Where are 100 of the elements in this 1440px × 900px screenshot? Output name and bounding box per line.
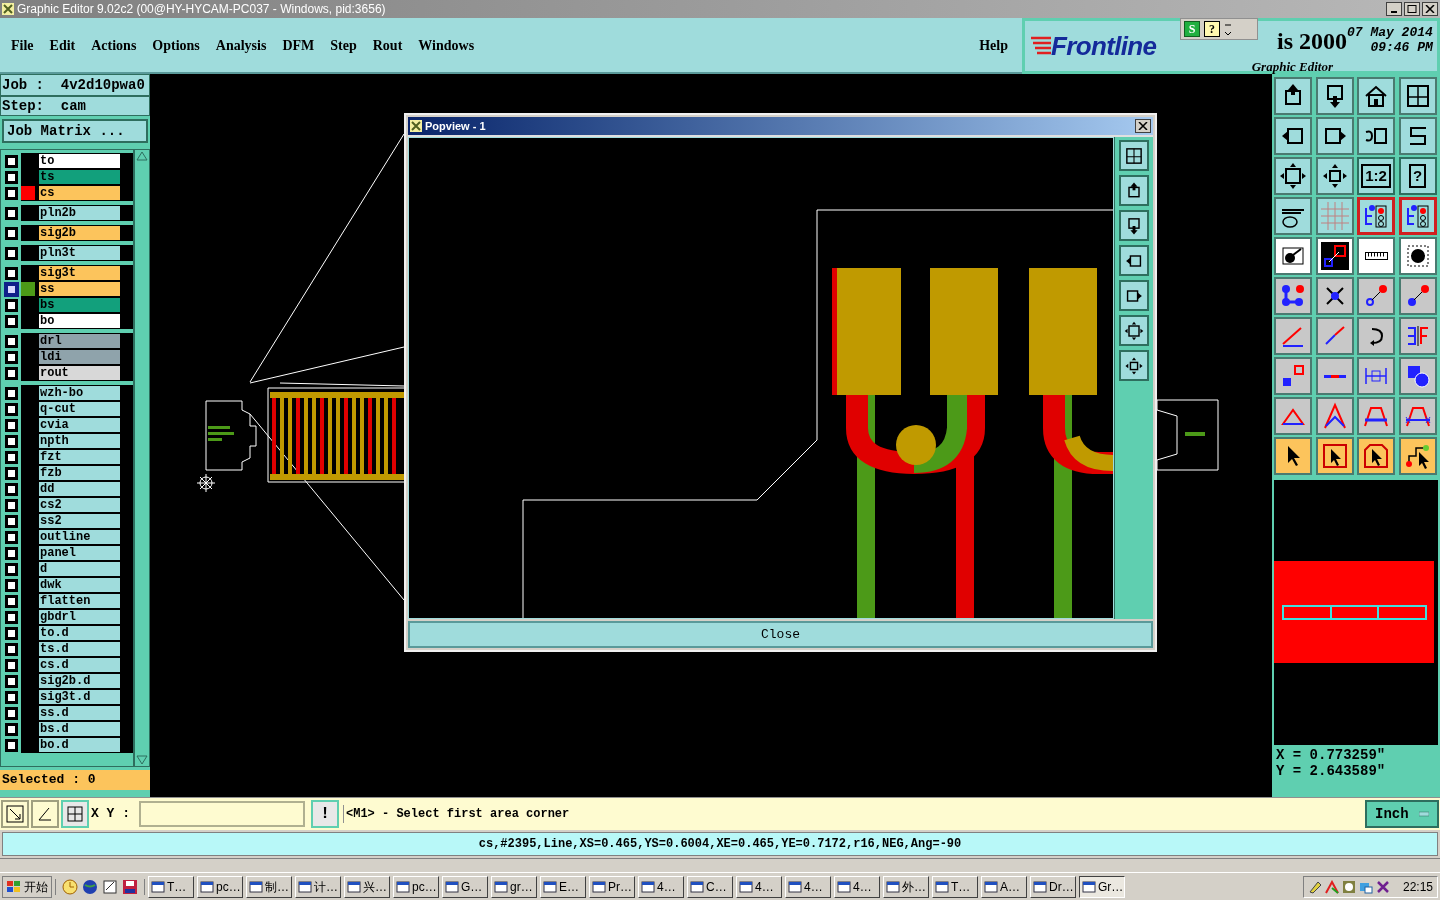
snap-button[interactable] [31, 800, 59, 828]
layer-box[interactable] [4, 578, 18, 592]
layer-name[interactable]: d [38, 561, 121, 577]
layer-name[interactable]: q-cut [38, 401, 121, 417]
layer-name[interactable]: ss.d [38, 705, 121, 721]
tool-button[interactable] [1315, 437, 1354, 475]
menu-item[interactable]: Options [152, 34, 200, 56]
layer-box[interactable] [4, 170, 18, 184]
layer-name[interactable]: cvia [38, 417, 121, 433]
alert-button[interactable]: ! [311, 800, 339, 828]
layer-name[interactable]: panel [38, 545, 121, 561]
layer-box[interactable] [4, 674, 18, 688]
taskbar-button[interactable]: A… [981, 875, 1027, 898]
layer-name[interactable]: sig2b.d [38, 673, 121, 689]
menu-item[interactable]: Rout [372, 34, 403, 56]
layer-box[interactable] [4, 642, 18, 656]
layer-name[interactable]: ss2 [38, 513, 121, 529]
taskbar-button[interactable]: 制… [246, 875, 292, 898]
layer-box[interactable] [4, 298, 18, 312]
layer-name[interactable]: pln3t [38, 245, 121, 261]
layer-box[interactable] [4, 350, 18, 364]
layer-name[interactable]: sig3t [38, 265, 121, 281]
layer-box[interactable] [4, 186, 18, 200]
layer-box[interactable] [4, 722, 18, 736]
menu-item[interactable]: Windows [418, 34, 475, 56]
layer-name[interactable]: rout [38, 365, 121, 381]
tool-button[interactable] [1315, 77, 1354, 115]
help-button[interactable]: ? [1204, 21, 1220, 37]
tool-button[interactable] [1315, 157, 1354, 195]
layer-name[interactable]: cs.d [38, 657, 121, 673]
tool-button[interactable] [1398, 77, 1437, 115]
tool-button[interactable] [1315, 237, 1354, 275]
layer-box[interactable] [4, 546, 18, 560]
taskbar-button[interactable]: 4… [785, 875, 831, 898]
tool-button[interactable] [1274, 197, 1312, 235]
taskbar-button[interactable]: E… [540, 875, 586, 898]
taskbar-button[interactable]: G… [442, 875, 488, 898]
layer-box[interactable] [4, 498, 18, 512]
layer-box[interactable] [4, 706, 18, 720]
layer-box[interactable] [4, 658, 18, 672]
taskbar-button[interactable]: 外… [883, 875, 929, 898]
layer-name[interactable]: fzb [38, 465, 121, 481]
taskbar-button[interactable]: Dr… [1030, 875, 1076, 898]
xy-input-field[interactable] [139, 801, 305, 827]
layer-name[interactable]: to [38, 153, 121, 169]
menu-item[interactable]: Help [979, 34, 1008, 56]
tool-button[interactable] [1274, 437, 1312, 475]
tool-button[interactable] [1274, 157, 1312, 195]
layer-name[interactable]: pln2b [38, 205, 121, 221]
layer-name[interactable]: cs2 [38, 497, 121, 513]
layer-box[interactable] [4, 266, 18, 280]
layer-name[interactable]: dwk [38, 577, 121, 593]
tool-button[interactable] [1274, 237, 1312, 275]
tool-button[interactable] [1315, 117, 1354, 155]
tool-button[interactable] [1398, 117, 1437, 155]
layer-box[interactable] [4, 314, 18, 328]
layer-name[interactable]: bs [38, 297, 121, 313]
taskbar-button[interactable]: C… [687, 875, 733, 898]
minimize-button[interactable] [1386, 2, 1402, 16]
layer-box[interactable] [4, 206, 18, 220]
taskbar-button[interactable]: pc… [393, 875, 439, 898]
tool-button[interactable] [1357, 317, 1395, 355]
taskbar-button[interactable]: 兴… [344, 875, 390, 898]
layer-name[interactable]: bo.d [38, 737, 121, 753]
layer-name[interactable]: ts.d [38, 641, 121, 657]
taskbar-button[interactable]: T… [148, 875, 194, 898]
layer-box[interactable] [4, 402, 18, 416]
layer-box[interactable] [4, 226, 18, 240]
layer-name[interactable]: to.d [38, 625, 121, 641]
view-tool-button[interactable] [1119, 210, 1149, 241]
view-tool-button[interactable] [1119, 245, 1149, 276]
layer-box[interactable] [4, 334, 18, 348]
menu-item[interactable]: File [11, 34, 34, 56]
tool-button[interactable] [1398, 237, 1437, 275]
layer-box[interactable] [4, 610, 18, 624]
snap-button[interactable] [1, 800, 29, 828]
layer-box[interactable] [4, 386, 18, 400]
taskbar-button[interactable]: 4… [834, 875, 880, 898]
net-toggle-button[interactable] [1357, 197, 1395, 235]
taskbar-button[interactable]: 计… [295, 875, 341, 898]
taskbar-button[interactable]: pc… [197, 875, 243, 898]
taskbar-button[interactable]: gr… [491, 875, 537, 898]
layer-name[interactable]: flatten [38, 593, 121, 609]
layer-box[interactable] [4, 626, 18, 640]
tool-button[interactable] [1357, 237, 1395, 275]
layer-box[interactable] [4, 690, 18, 704]
taskbar-button[interactable]: T… [932, 875, 978, 898]
layer-name[interactable]: bo [38, 313, 121, 329]
layer-name[interactable]: gbdrl [38, 609, 121, 625]
units-dropdown[interactable]: Inch [1365, 800, 1439, 828]
layer-box[interactable] [4, 450, 18, 464]
layer-box[interactable] [4, 738, 18, 752]
menu-item[interactable]: DFM [282, 34, 315, 56]
close-button[interactable] [1422, 2, 1438, 16]
scrollbar[interactable] [134, 149, 150, 767]
taskbar-button[interactable]: Pr… [589, 875, 635, 898]
layer-name[interactable]: ss [38, 281, 121, 297]
menu-item[interactable]: Analysis [215, 34, 267, 56]
tool-button[interactable] [1274, 117, 1312, 155]
layer-box[interactable] [4, 154, 18, 168]
